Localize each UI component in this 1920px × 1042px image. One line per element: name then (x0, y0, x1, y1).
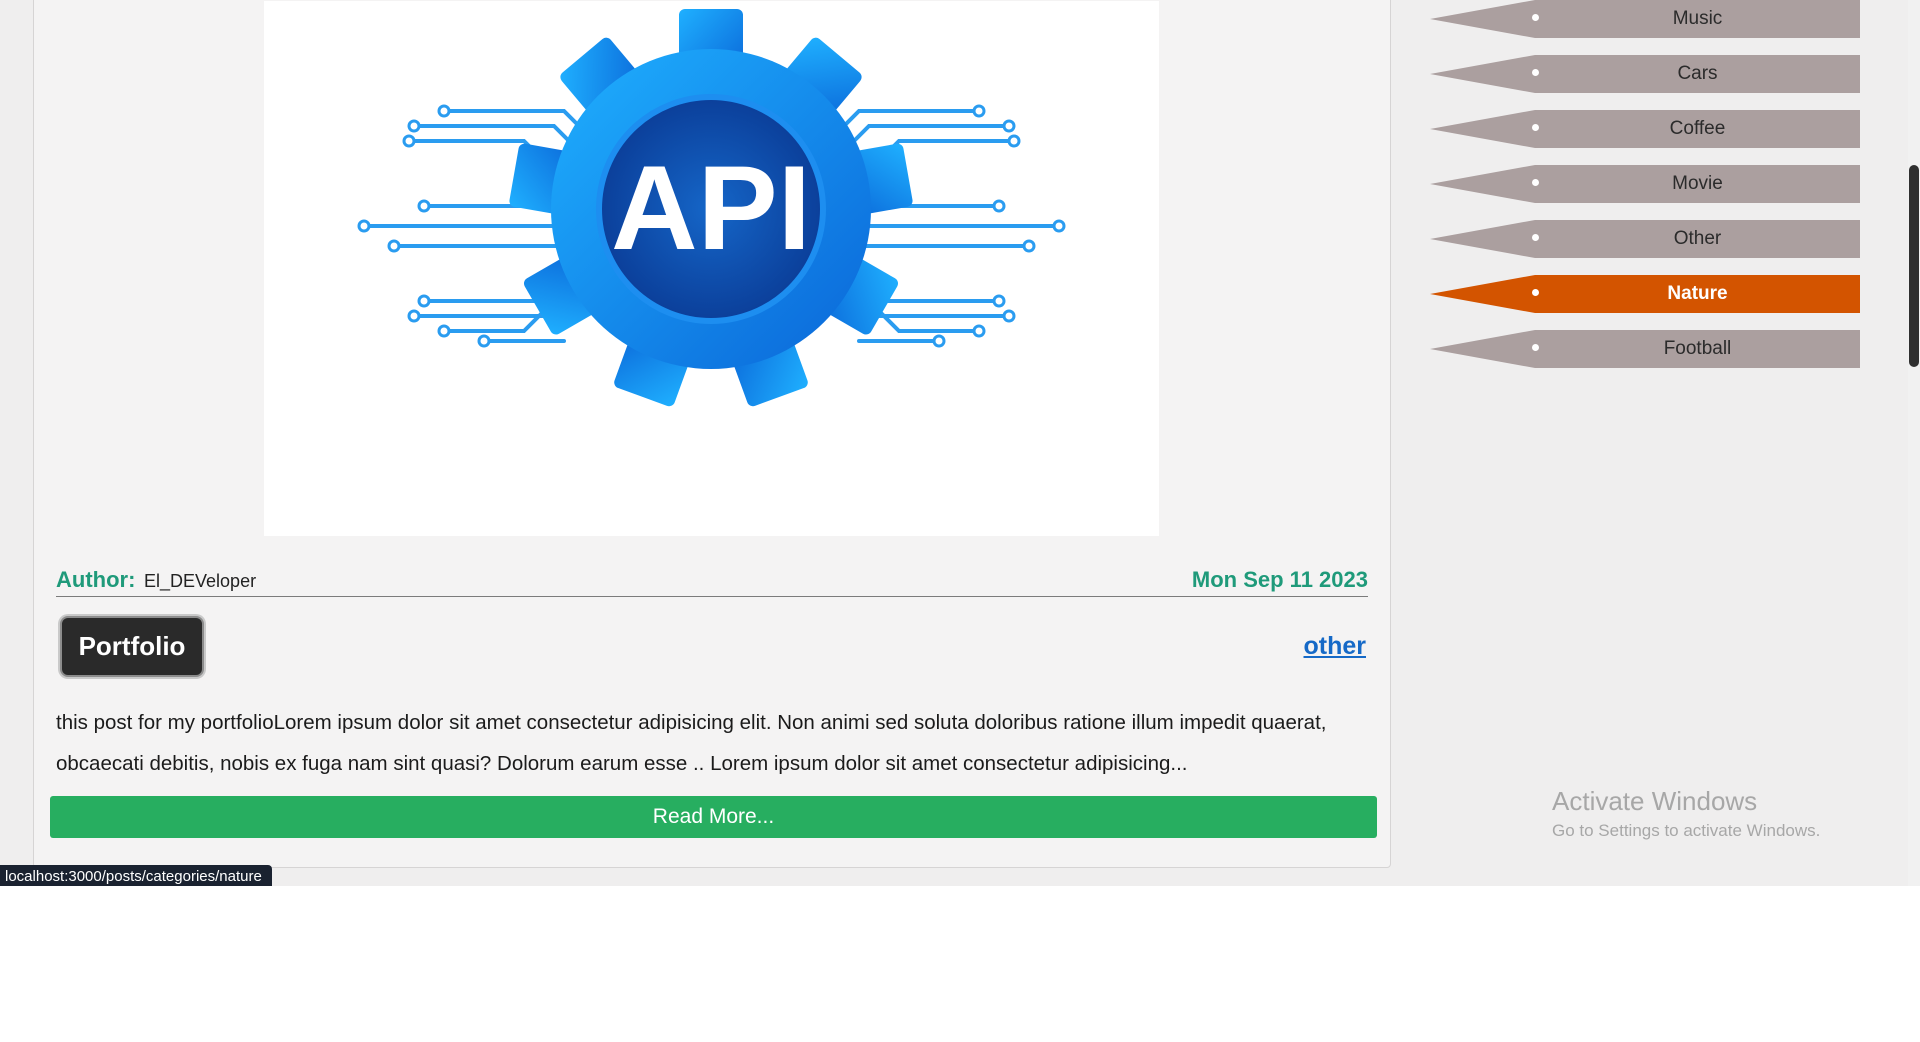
tag-badge[interactable]: Portfolio (60, 616, 204, 677)
author-label: Author: (56, 567, 136, 592)
category-item-other[interactable]: Other (1430, 220, 1860, 258)
category-label: Cars (1677, 63, 1718, 84)
category-item-movie[interactable]: Movie (1430, 165, 1860, 203)
page-scrollbar[interactable] (1908, 0, 1920, 886)
read-more-button[interactable]: Read More... (50, 796, 1377, 838)
status-bar-url: localhost:3000/posts/categories/nature (0, 865, 272, 886)
category-label: Coffee (1669, 118, 1726, 139)
watermark-title: Activate Windows (1552, 786, 1758, 816)
category-item-coffee[interactable]: Coffee (1430, 110, 1860, 148)
api-gear-logo: API (357, 9, 1066, 407)
post-card: API Author: El_DEVeloper Mon Sep 11 2023… (33, 0, 1391, 868)
post-excerpt: this post for my portfolioLorem ipsum do… (56, 711, 1327, 775)
post-date: Mon Sep 11 2023 (1191, 567, 1368, 592)
category-label: Other (1673, 228, 1722, 249)
post-image[interactable]: API (264, 1, 1159, 536)
category-label: Movie (1672, 173, 1723, 194)
category-item-cars[interactable]: Cars (1430, 55, 1860, 93)
category-item-nature[interactable]: Nature (1430, 275, 1860, 313)
author-name: El_DEVeloper (144, 571, 257, 591)
category-item-music[interactable]: Music (1430, 0, 1860, 38)
category-label: Music (1672, 8, 1723, 29)
page-viewport: API Author: El_DEVeloper Mon Sep 11 2023… (0, 0, 1920, 886)
post-meta: Author: El_DEVeloper Mon Sep 11 2023 (56, 567, 1368, 597)
category-item-football[interactable]: Football (1430, 330, 1860, 368)
activate-windows-watermark: Activate Windows Go to Settings to activ… (1552, 786, 1820, 841)
scrollbar-thumb[interactable] (1909, 165, 1919, 367)
category-label: Football (1663, 338, 1732, 359)
category-link[interactable]: other (1304, 632, 1367, 661)
watermark-subtitle: Go to Settings to activate Windows. (1552, 821, 1821, 840)
api-logo-text: API (611, 141, 811, 275)
category-label: Nature (1667, 283, 1728, 304)
